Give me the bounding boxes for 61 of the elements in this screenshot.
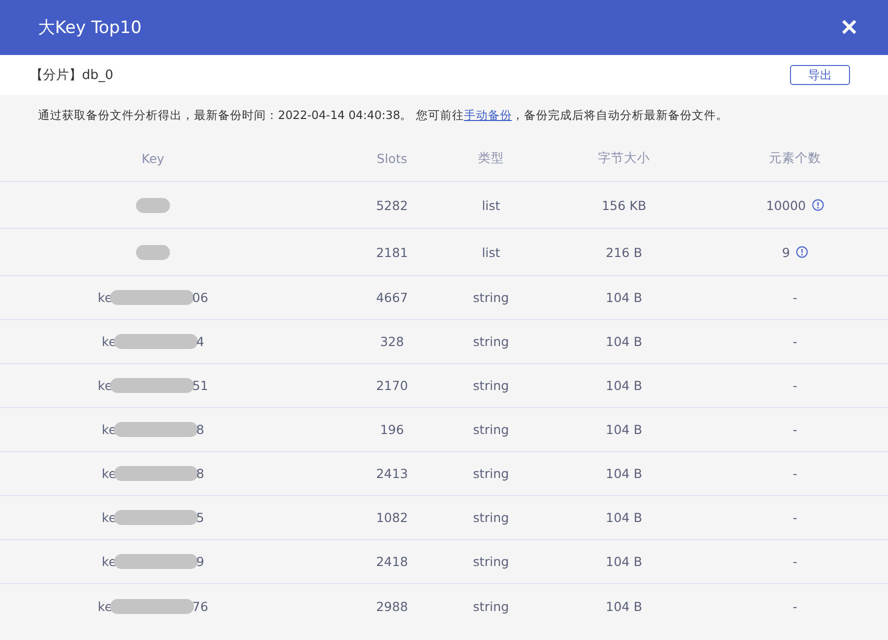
table-cell: 104 B [606, 598, 642, 614]
shard-label: 【分片】db_0 [30, 67, 114, 84]
table-cell: 06 [192, 290, 208, 305]
table-cell: list [482, 244, 500, 260]
table-cell: - [792, 334, 798, 349]
info-icon[interactable] [796, 246, 808, 258]
column-header: Slots [376, 150, 408, 166]
table-cell: 76 [192, 598, 208, 614]
table-cell: 8 [196, 466, 204, 481]
table-cell: string [473, 554, 509, 569]
table-cell: 196 [380, 422, 404, 437]
table-cell: 10000 [766, 198, 806, 212]
table-cell: 4 [196, 334, 204, 349]
table-cell: 2988 [376, 598, 408, 614]
table-cell: 104 B [606, 378, 642, 393]
table-cell: - [792, 598, 798, 614]
table-cell: 9 [196, 554, 204, 569]
column-header: 字节大小 [598, 150, 650, 166]
table-cell: string [473, 422, 509, 437]
table-cell: 2413 [376, 466, 408, 481]
manual-backup-link[interactable]: 手动备份 [464, 108, 512, 122]
table-cell: 2181 [376, 244, 408, 260]
column-header: 元素个数 [769, 150, 821, 166]
table-cell: string [473, 378, 509, 393]
table-cell: 8 [196, 422, 204, 437]
table-cell: - [792, 378, 798, 393]
table-cell: 216 B [606, 244, 642, 260]
table-cell: 328 [380, 334, 404, 349]
table-cell: string [473, 510, 509, 525]
table-cell: 2418 [376, 554, 408, 569]
table-cell: string [473, 598, 509, 614]
table-cell: 9 [782, 244, 790, 260]
table-cell: 51 [192, 378, 208, 393]
table-cell: 104 B [606, 510, 642, 525]
column-header: 类型 [478, 150, 504, 166]
close-button[interactable]: ✕ [836, 16, 862, 38]
table-cell: 2170 [376, 378, 408, 393]
export-button[interactable]: 导出 [790, 65, 850, 85]
table-cell: 104 B [606, 554, 642, 569]
table-cell: 104 B [606, 334, 642, 349]
table-cell: 1082 [376, 510, 408, 525]
notice-text: 通过获取备份文件分析得出，最新备份时间：2022-04-14 04:40:38。 您可前往手动备份，备份完成后将自动分析最新备份文件。 [38, 108, 728, 122]
table-cell: 104 B [606, 422, 642, 437]
table-cell: 156 KB [602, 198, 646, 212]
table-cell: - [792, 466, 798, 481]
dialog-title: 大Key Top10 [38, 17, 142, 39]
table-cell: 5 [196, 510, 204, 525]
info-icon[interactable] [812, 199, 824, 211]
table-cell: 5282 [376, 198, 408, 212]
table-cell: string [473, 466, 509, 481]
table-cell: string [473, 334, 509, 349]
column-header: Key [142, 150, 164, 166]
table-cell: 104 B [606, 466, 642, 481]
table-cell: - [792, 290, 798, 305]
table-cell: string [473, 290, 509, 305]
table-cell: list [482, 198, 500, 212]
table-cell: - [792, 554, 798, 569]
table-cell: 104 B [606, 290, 642, 305]
table-cell: - [792, 510, 798, 525]
table-cell: 4667 [376, 290, 408, 305]
table-cell: - [792, 422, 798, 437]
